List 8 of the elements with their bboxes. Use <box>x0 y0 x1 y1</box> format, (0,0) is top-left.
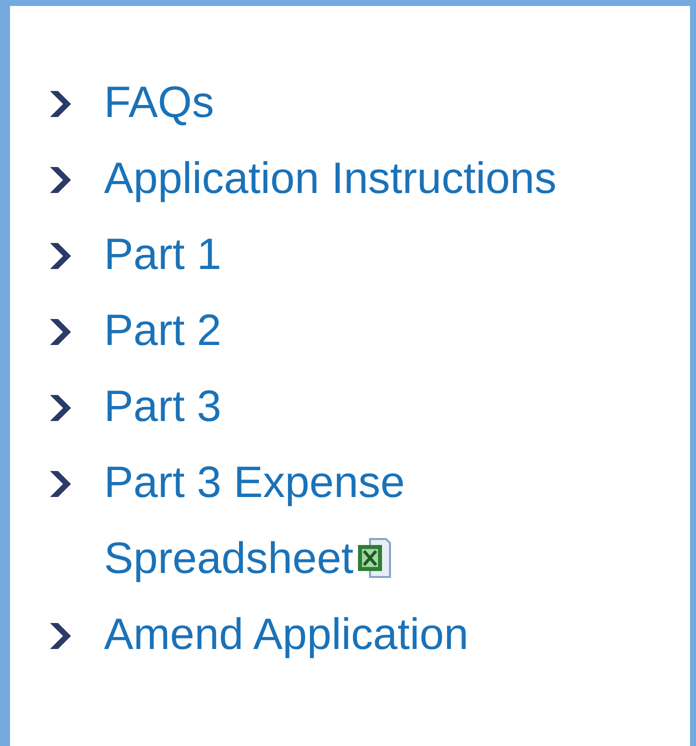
nav-link[interactable]: Part 1 <box>104 217 644 293</box>
nav-link[interactable]: Amend Application <box>104 597 644 673</box>
nav-link[interactable]: FAQs <box>104 65 644 141</box>
nav-link[interactable]: Part 2 <box>104 293 644 369</box>
nav-link[interactable]: Application Instructions <box>104 141 644 217</box>
spreadsheet-file-icon <box>356 537 392 579</box>
nav-link[interactable]: Part 3 <box>104 369 644 445</box>
nav-link[interactable]: Part 3 Expense Spreadsheet <box>104 445 644 597</box>
